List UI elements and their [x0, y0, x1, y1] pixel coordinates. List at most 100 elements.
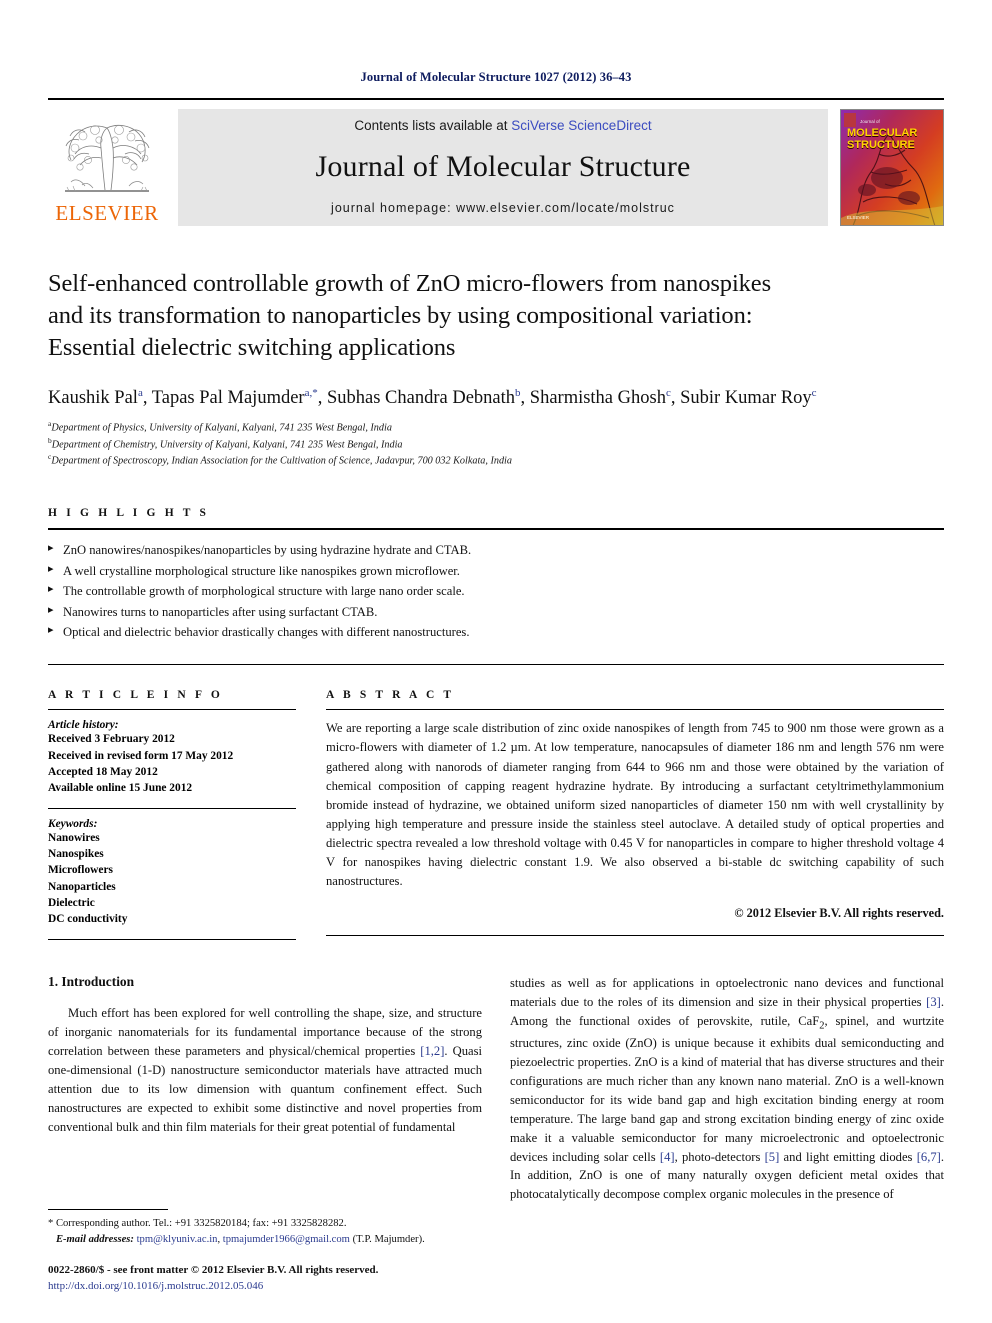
intro-paragraph-right: studies as well as for applications in o…	[510, 974, 944, 1204]
author-name: Kaushik Pal	[48, 387, 138, 408]
citation-ref-6-7[interactable]: [6,7]	[917, 1150, 941, 1164]
intro-text-re: and light emitting diodes	[779, 1149, 917, 1164]
affiliation-item: aDepartment of Physics, University of Ka…	[48, 419, 944, 436]
abstract-label: A B S T R A C T	[326, 689, 455, 702]
cover-footer: ELSEVIER	[847, 215, 870, 220]
history-item: Available online 15 June 2012	[48, 781, 193, 794]
running-head: Journal of Molecular Structure 1027 (201…	[360, 70, 632, 84]
article-info-column: A R T I C L E I N F O Article history: R…	[48, 689, 296, 941]
author-affil-marker: b	[515, 386, 521, 399]
issn-block: 0022-2860/$ - see front matter © 2012 El…	[48, 1263, 482, 1295]
history-item: Received in revised form 17 May 2012	[48, 749, 234, 762]
info-abstract-section: A R T I C L E I N F O Article history: R…	[48, 689, 944, 941]
author-affil-marker: a	[137, 386, 143, 399]
abstract-copyright: © 2012 Elsevier B.V. All rights reserved…	[734, 905, 944, 920]
abstract-bottom-rule	[326, 934, 944, 936]
citation-ref-5[interactable]: [5]	[765, 1150, 780, 1164]
contents-prefix: Contents lists available at	[354, 118, 512, 133]
intro-paragraph-left: Much effort has been explored for well c…	[48, 1004, 482, 1136]
article-info-bottom-rule	[48, 939, 296, 941]
contents-available-line: Contents lists available at SciVerse Sci…	[354, 118, 651, 133]
email-attribution: (T.P. Majumder).	[352, 1233, 425, 1245]
elsevier-logo: ELSEVIER	[48, 109, 166, 226]
elsevier-tree-icon	[65, 124, 150, 192]
author-item: Tapas Pal Majumdera,*	[151, 387, 318, 408]
title-line-1: Self-enhanced controllable growth of ZnO…	[48, 270, 772, 297]
author-affil-marker: c	[811, 386, 817, 399]
author-item: Subir Kumar Royc	[680, 386, 817, 408]
author-name: Sharmistha Ghosh	[529, 387, 666, 408]
author-list: Kaushik Pala, Tapas Pal Majumdera,*, Sub…	[48, 386, 817, 408]
affiliation-item: cDepartment of Spectroscopy, Indian Asso…	[48, 452, 944, 469]
author-name: Tapas Pal Majumder	[151, 387, 305, 408]
issn-line: 0022-2860/$ - see front matter © 2012 El…	[48, 1264, 379, 1277]
citation-ref-3[interactable]: [3]	[926, 995, 941, 1009]
affiliation-text: Department of Physics, University of Kal…	[51, 422, 392, 434]
masthead-center: Contents lists available at SciVerse Sci…	[178, 109, 828, 226]
intro-text-a: Much effort has been explored for well c…	[48, 1006, 482, 1058]
title-block: Self-enhanced controllable growth of ZnO…	[48, 268, 944, 469]
highlights-label: H I G H L I G H T S	[48, 507, 210, 520]
body-column-right: studies as well as for applications in o…	[510, 974, 944, 1204]
abstract-text: We are reporting a large scale distribut…	[326, 721, 944, 889]
author-item: Kaushik Pala	[48, 386, 143, 408]
author-item: Subhas Chandra Debnathb	[326, 386, 521, 408]
intro-text-rd: , photo-detectors	[674, 1149, 765, 1164]
sciencedirect-link[interactable]: SciVerse ScienceDirect	[511, 118, 651, 133]
email-link-1[interactable]: tpm@klyuniv.ac.in	[137, 1234, 218, 1245]
list-item: A well crystalline morphological structu…	[48, 561, 944, 581]
title-line-2: and its transformation to nanoparticles …	[48, 301, 753, 329]
article-history-label: Article history:	[48, 719, 119, 732]
intro-text-ra: studies as well as for applications in o…	[510, 976, 944, 1010]
article-history-block: Article history: Received 3 February 201…	[48, 710, 296, 796]
journal-masthead: ELSEVIER Contents lists available at Sci…	[48, 98, 944, 226]
citation-ref-4[interactable]: [4]	[660, 1150, 675, 1164]
cover-title: MOLECULAR STRUCTURE	[847, 127, 939, 152]
list-item: Nanowires turns to nanoparticles after u…	[48, 602, 944, 622]
citation-ref-1-2[interactable]: [1,2]	[420, 1044, 444, 1058]
body-column-left: 1. Introduction Much effort has been exp…	[48, 974, 482, 1204]
abstract-column: A B S T R A C T We are reporting a large…	[326, 689, 944, 940]
highlights-list: ZnO nanowires/nanospikes/nanoparticles b…	[48, 530, 944, 642]
intro-text-rc: , spinel, and wurtzite structures, zinc …	[510, 1013, 944, 1164]
email-note: E-mail addresses: tpm@klyuniv.ac.in, tpm…	[55, 1233, 425, 1245]
author-item: Sharmistha Ghoshc	[529, 386, 671, 408]
history-item: Received 3 February 2012	[48, 733, 175, 746]
cover-pretitle: Journal of	[860, 119, 880, 124]
list-item: ZnO nanowires/nanospikes/nanoparticles b…	[48, 540, 944, 560]
keyword-item: Nanospikes	[48, 848, 104, 861]
section-heading-introduction: 1. Introduction	[48, 974, 135, 990]
email-label: E-mail addresses:	[55, 1233, 134, 1245]
history-item: Accepted 18 May 2012	[48, 765, 158, 778]
affiliation-item: bDepartment of Chemistry, University of …	[48, 436, 944, 453]
journal-cover-thumbnail: Journal of MOLECULAR STRUCTURE ELSEVIER	[840, 109, 944, 226]
affiliation-list: aDepartment of Physics, University of Ka…	[48, 419, 944, 470]
keywords-label: Keywords:	[48, 818, 98, 831]
footnote-area: * Corresponding author. Tel.: +91 332582…	[48, 1209, 482, 1295]
doi-link[interactable]: http://dx.doi.org/10.1016/j.molstruc.201…	[48, 1279, 482, 1295]
footnote-rule	[48, 1209, 168, 1211]
keyword-item: DC conductivity	[48, 913, 128, 925]
email-link-2[interactable]: tpmajumder1966@gmail.com	[223, 1234, 350, 1245]
journal-title: Journal of Molecular Structure	[315, 150, 691, 183]
author-affil-marker[interactable]: a,*	[305, 387, 318, 399]
keyword-item: Dielectric	[48, 896, 95, 909]
highlights-bottom-rule	[48, 664, 944, 666]
author-affil-marker: c	[665, 386, 671, 399]
list-item: Optical and dielectric behavior drastica…	[48, 622, 944, 642]
keywords-block: Keywords: Nanowires Nanospikes Microflow…	[48, 808, 296, 927]
affiliation-text: Department of Chemistry, University of K…	[51, 439, 403, 450]
keyword-item: Microflowers	[48, 864, 113, 877]
keyword-item: Nanowires	[48, 832, 100, 845]
author-name: Subhas Chandra Debnath	[326, 387, 516, 408]
article-info-label: A R T I C L E I N F O	[48, 689, 223, 702]
author-name: Subir Kumar Roy	[680, 387, 812, 408]
affiliation-text: Department of Spectroscopy, Indian Assoc…	[51, 455, 512, 467]
journal-homepage[interactable]: journal homepage: www.elsevier.com/locat…	[331, 201, 675, 215]
article-page: Journal of Molecular Structure 1027 (201…	[0, 0, 992, 1323]
corresponding-author-note: * Corresponding author. Tel.: +91 332582…	[48, 1218, 347, 1230]
elsevier-wordmark: ELSEVIER	[55, 201, 159, 225]
list-item: The controllable growth of morphological…	[48, 581, 944, 601]
title-line-3: Essential dielectric switching applicati…	[48, 333, 456, 361]
abstract-body: We are reporting a large scale distribut…	[326, 710, 944, 920]
